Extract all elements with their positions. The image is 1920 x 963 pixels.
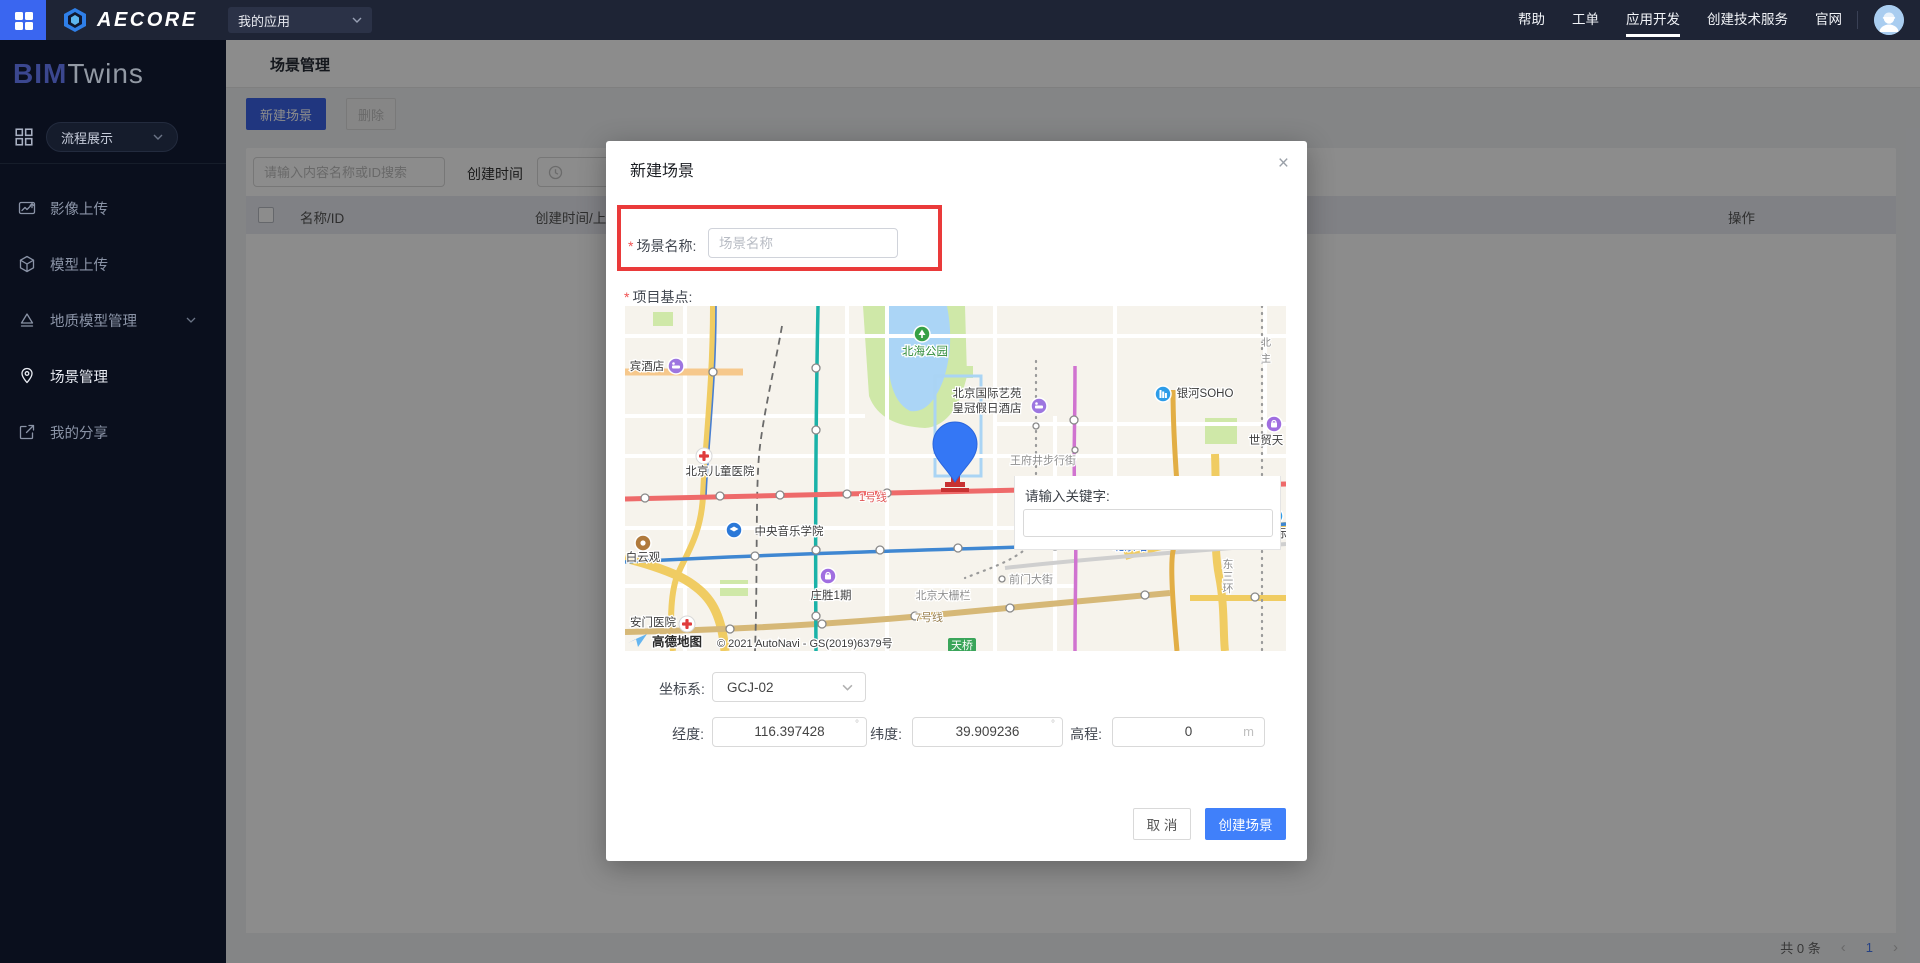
map-label: 宾酒店 <box>630 359 665 373</box>
nav-item-official-site[interactable]: 官网 <box>1815 0 1842 40</box>
apps-grid-button[interactable] <box>0 0 46 40</box>
latitude-input[interactable]: 39.909236 ° <box>912 717 1063 747</box>
chevron-down-icon <box>352 17 362 23</box>
my-shares-icon <box>19 424 35 440</box>
create-scene-button[interactable]: 创建场景 <box>1205 808 1286 840</box>
user-avatar-icon <box>1874 5 1904 35</box>
elevation-value: 0 <box>1184 724 1193 739</box>
topbar: AECORE 我的应用 帮助 工单 应用开发 创建技术服务 官网 <box>0 0 1920 40</box>
map-label: 王府井步行街 <box>1010 453 1076 467</box>
school-icon <box>725 521 743 539</box>
map-label: 北 <box>1261 337 1271 349</box>
bimtwins-logo: BIMTwins <box>13 58 144 90</box>
map-attribution: © 2021 AutoNavi - GS(2019)6379号 <box>717 637 893 650</box>
sidebar-menu: 影像上传 模型上传 地质模型管理 场景管理 我的分享 <box>0 180 226 460</box>
elevation-label: 高程: <box>1070 726 1102 742</box>
map-label: 1号线 <box>859 490 887 504</box>
hospital-icon <box>678 615 696 633</box>
map-label: 北京国际艺苑 <box>953 386 1022 400</box>
app-select-value: 我的应用 <box>238 13 291 29</box>
map-label: 中央音乐学院 <box>755 524 824 538</box>
mall-icon <box>1265 415 1283 433</box>
map-label: 庄胜1期 <box>811 588 852 602</box>
process-select[interactable]: 流程展示 <box>46 122 178 152</box>
temple-icon <box>634 534 652 552</box>
aecore-logo: AECORE <box>62 0 198 40</box>
new-scene-modal: 新建场景 × *场景名称: *项目基点: <box>606 141 1307 861</box>
required-mark: * <box>628 238 634 254</box>
close-icon[interactable]: × <box>1278 153 1289 175</box>
amap-logo-text: 高德地图 <box>652 634 702 649</box>
scene-management-icon <box>21 367 33 384</box>
sidebar-divider <box>0 163 226 164</box>
modal-title: 新建场景 <box>630 163 695 180</box>
latitude-value: 39.909236 <box>955 724 1020 739</box>
chevron-down-icon <box>842 684 853 691</box>
dashboard-grid-icon <box>15 128 33 146</box>
app-select[interactable]: 我的应用 <box>228 7 372 33</box>
coord-system-value: GCJ-02 <box>727 679 774 695</box>
chevron-down-icon <box>153 134 163 140</box>
longitude-value: 116.397428 <box>754 724 825 739</box>
map-label: 主 <box>1261 353 1271 365</box>
map-keyword-panel: 请输入关键字: <box>1014 476 1281 550</box>
longitude-label: 经度: <box>672 726 704 742</box>
brand-text: AECORE <box>97 8 198 31</box>
elevation-unit: m <box>1243 724 1254 739</box>
keyword-input[interactable] <box>1023 509 1273 537</box>
sidebar-item-model-upload[interactable]: 模型上传 <box>0 236 226 292</box>
process-select-value: 流程展示 <box>61 130 114 146</box>
map-label: 白云观 <box>626 550 661 564</box>
sidebar-item-scene-management[interactable]: 场景管理 <box>0 348 226 404</box>
hotel-icon <box>667 357 685 375</box>
avatar[interactable] <box>1874 5 1904 35</box>
sidebar-item-image-upload[interactable]: 影像上传 <box>0 180 226 236</box>
cancel-button[interactable]: 取 消 <box>1133 808 1191 840</box>
map-label: 安门医院 <box>630 615 676 629</box>
scene-name-label: * 场景名称: <box>628 238 697 254</box>
park-icon <box>913 325 931 343</box>
base-point-label: * 项目基点: <box>624 289 693 305</box>
map-label: 北京大栅栏 <box>916 588 971 602</box>
map-label: 7号线 <box>915 610 943 624</box>
model-upload-icon <box>19 255 35 273</box>
scene-name-input[interactable] <box>708 228 898 258</box>
nav-item-create-tech-service[interactable]: 创建技术服务 <box>1707 0 1788 40</box>
map-label: 银河SOHO <box>1177 386 1234 400</box>
sidebar-item-my-shares[interactable]: 我的分享 <box>0 404 226 460</box>
metro-building-icon <box>1154 385 1172 403</box>
keyword-label: 请输入关键字: <box>1025 489 1110 504</box>
sidebar: BIMTwins 流程展示 影像上传 模型上传 地质模型管理 场景管理 我的分享 <box>0 40 226 963</box>
topnav: 帮助 工单 应用开发 创建技术服务 官网 <box>1518 0 1842 40</box>
logo-twins: Twins <box>67 58 144 89</box>
map-label: 北京儿童医院 <box>686 464 755 478</box>
hospital-icon <box>695 447 713 465</box>
mall-icon <box>819 567 837 585</box>
nav-item-help[interactable]: 帮助 <box>1518 0 1545 40</box>
map-label: 世贸天 <box>1249 434 1284 447</box>
map-label: 前门大街 <box>1009 572 1053 586</box>
latitude-label: 纬度: <box>870 726 902 742</box>
logo-bim: BIM <box>13 58 68 89</box>
map-label: 皇冠假日酒店 <box>953 401 1022 415</box>
coord-system-select[interactable]: GCJ-02 <box>712 672 866 702</box>
coord-system-label: 坐标系: <box>659 681 705 697</box>
map[interactable]: 宾酒店 北海公园北京国际艺苑 皇冠假日酒店王府井步行街 银河SOHO 世贸天北京儿童医院… <box>625 306 1286 651</box>
aecore-logo-icon <box>64 8 86 32</box>
map-label: 东三环 <box>1223 558 1234 595</box>
process-row: 流程展示 <box>14 122 178 152</box>
chevron-down-icon <box>186 317 196 323</box>
map-label: 天桥 <box>951 639 973 651</box>
elevation-input[interactable]: 0 m <box>1112 717 1265 747</box>
map-label: 北海公园 <box>902 344 948 358</box>
geology-model-management-icon <box>20 313 34 327</box>
hotel-icon <box>1030 397 1048 415</box>
nav-item-work-order[interactable]: 工单 <box>1572 0 1599 40</box>
nav-item-app-development[interactable]: 应用开发 <box>1626 0 1680 40</box>
sidebar-item-geology-model-management[interactable]: 地质模型管理 <box>0 292 226 348</box>
topbar-divider <box>1857 11 1858 29</box>
app-root: AECORE 我的应用 帮助 工单 应用开发 创建技术服务 官网 BIMTwins <box>0 0 1920 963</box>
longitude-input[interactable]: 116.397428 ° <box>712 717 867 747</box>
image-upload-icon <box>18 201 36 215</box>
